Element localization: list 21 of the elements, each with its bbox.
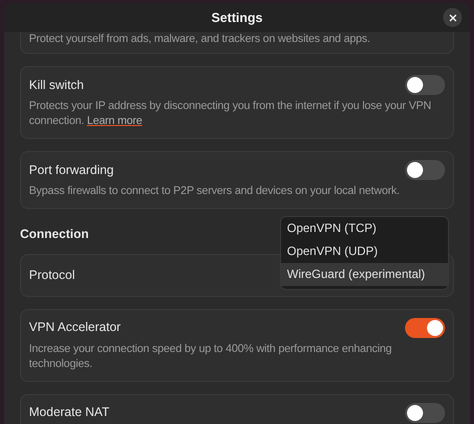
toggle-switch[interactable] [405, 318, 445, 338]
setting-title: Moderate NAT [29, 404, 110, 422]
toggle-switch[interactable] [405, 160, 445, 180]
setting-description: Protects your IP address by disconnecting you from the internet if you lose your VPN connection. Learn more [29, 99, 432, 129]
setting-title: Kill switch [29, 76, 84, 94]
close-icon [448, 14, 456, 22]
setting-description: Protect yourself from ads, malware, and trackers on websites and apps. [29, 32, 372, 47]
setting-title: VPN Accelerator [29, 319, 121, 336]
setting-title: Protocol [29, 266, 75, 284]
setting-description: Increase your connection speed by up to 400% with performance enhancing technologies. [29, 342, 393, 372]
setting-description: Bypass firewalls to connect to P2P servers and devices on your local network. [29, 184, 401, 199]
window-title: Settings [211, 8, 263, 27]
toggle-switch[interactable] [405, 402, 445, 423]
menu-item[interactable]: OpenVPN (TCP) [281, 216, 448, 240]
menu-item[interactable]: WireGuard (experimental) [281, 262, 448, 286]
learn-more-link[interactable]: Learn more [86, 115, 142, 127]
toggle-switch[interactable] [405, 75, 445, 95]
setting-title: Port forwarding [29, 162, 114, 179]
close-button[interactable] [443, 8, 462, 27]
section-heading: Connection [20, 226, 89, 243]
menu-item[interactable]: OpenVPN (UDP) [281, 240, 448, 263]
